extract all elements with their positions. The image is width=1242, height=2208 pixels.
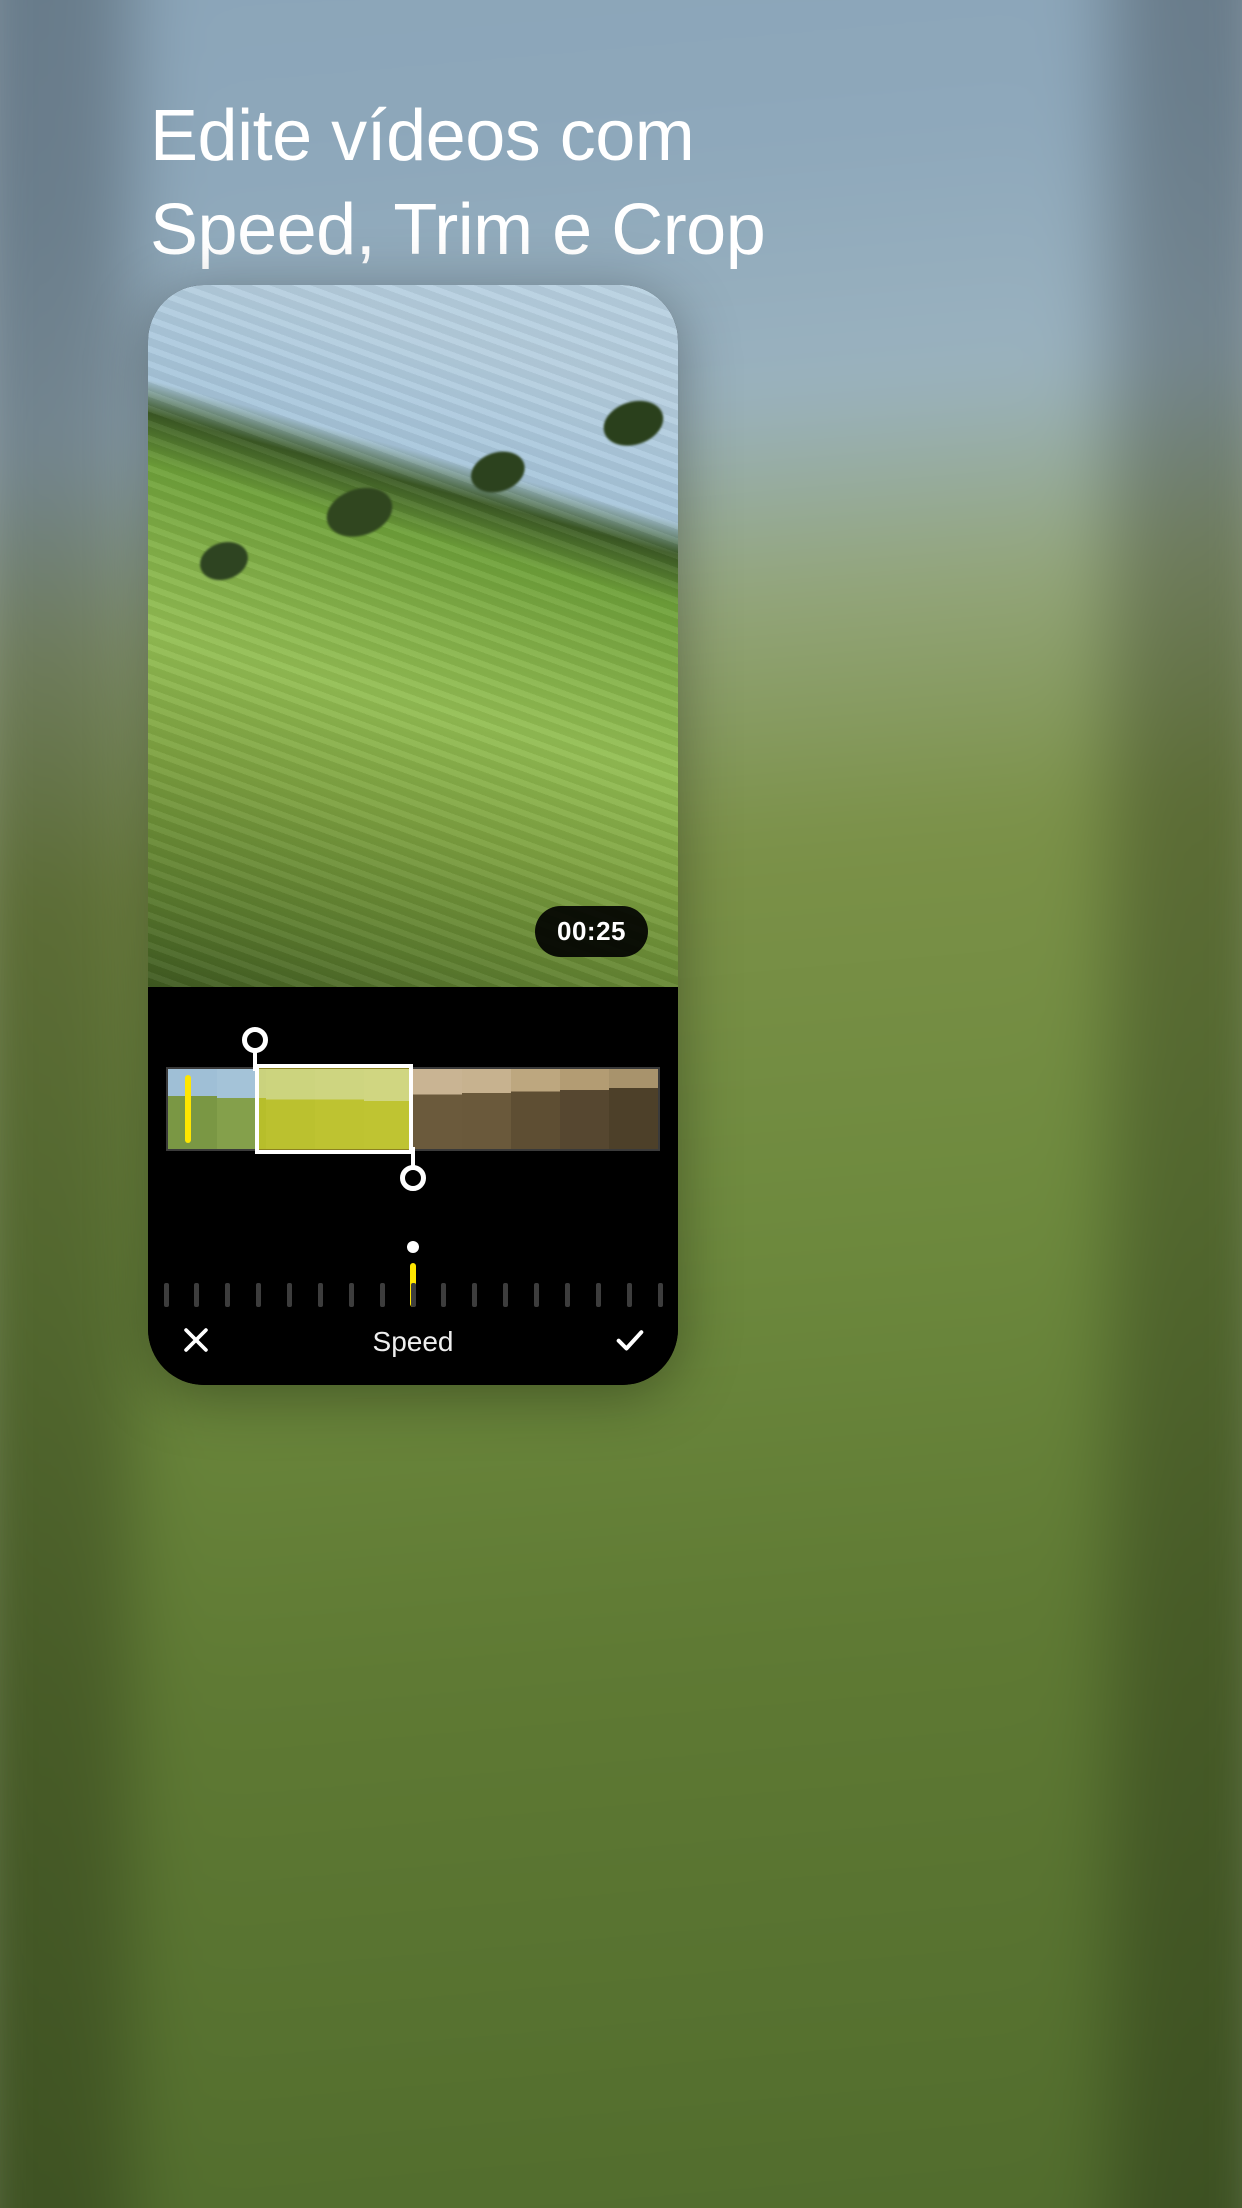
editor-bottom-bar: Speed	[148, 1299, 678, 1385]
timeline-frame	[462, 1069, 511, 1149]
video-preview[interactable]: 00:25	[148, 285, 678, 987]
promo-headline: Edite vídeos com Speed, Trim e Crop	[150, 90, 765, 277]
cancel-button[interactable]	[174, 1320, 218, 1364]
device-frame: 00:25	[148, 285, 678, 1385]
check-icon	[613, 1323, 647, 1362]
timeline-frame	[168, 1069, 217, 1149]
playhead[interactable]	[185, 1075, 191, 1143]
timeline-frame	[560, 1069, 609, 1149]
editor-panel: Speed	[148, 987, 678, 1385]
duration-badge: 00:25	[535, 906, 648, 957]
timeline-frame	[315, 1069, 364, 1149]
timeline-frame	[511, 1069, 560, 1149]
confirm-button[interactable]	[608, 1320, 652, 1364]
selection-handle-start-stem	[253, 1049, 257, 1071]
timeline-frame	[266, 1069, 315, 1149]
selection-handle-end-stem	[411, 1147, 415, 1169]
close-icon	[179, 1323, 213, 1362]
timeline-frame	[609, 1069, 658, 1149]
mode-label: Speed	[373, 1326, 454, 1358]
timeline[interactable]	[166, 1067, 660, 1151]
filmstrip[interactable]	[166, 1067, 660, 1151]
speed-center-dot	[407, 1241, 419, 1253]
timeline-frame	[364, 1069, 413, 1149]
timeline-frame	[413, 1069, 462, 1149]
timeline-frame	[217, 1069, 266, 1149]
